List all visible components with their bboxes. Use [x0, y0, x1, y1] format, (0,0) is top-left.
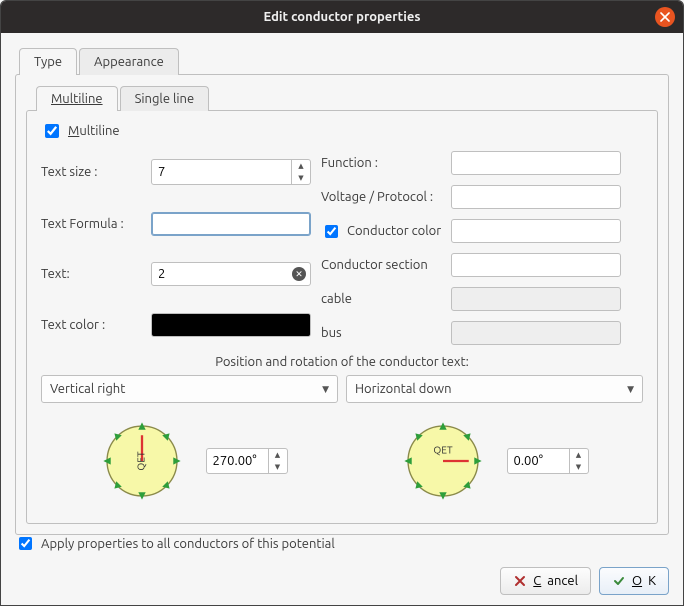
- footer: Apply properties to all conductors of th…: [15, 534, 669, 595]
- spin-up-icon[interactable]: ▲: [269, 449, 287, 461]
- vertical-select[interactable]: Vertical right ▼: [41, 375, 338, 403]
- rotation-dials: QET ▲▼ QET: [41, 415, 643, 507]
- type-panel: Multiline Single line Multiline Text siz…: [15, 74, 669, 535]
- spin-down-icon[interactable]: ▼: [570, 461, 588, 473]
- vertical-dial-group: QET ▲▼: [96, 415, 288, 507]
- tab-appearance[interactable]: Appearance: [79, 48, 179, 75]
- right-column: Function : Voltage / Protocol : Conducto…: [321, 151, 621, 345]
- multiline-panel: Multiline Text size : ▲▼ Text Formula : …: [26, 110, 658, 524]
- cable-input: [451, 287, 621, 311]
- vertical-angle-spinner[interactable]: ▲▼: [206, 448, 288, 474]
- conductor-color-checkbox[interactable]: [325, 225, 338, 238]
- apply-row: Apply properties to all conductors of th…: [15, 534, 669, 553]
- close-icon[interactable]: [655, 7, 675, 27]
- text-input[interactable]: [151, 262, 311, 286]
- multiline-checkbox[interactable]: [45, 124, 59, 138]
- conductor-color-row: Conductor color: [321, 222, 451, 241]
- spin-up-icon[interactable]: ▲: [570, 449, 588, 461]
- dialog-window: Edit conductor properties Type Appearanc…: [0, 0, 684, 606]
- vertical-select-label: Vertical right: [50, 382, 125, 396]
- horizontal-angle-spinner[interactable]: ▲▼: [507, 448, 589, 474]
- text-size-input[interactable]: [152, 160, 291, 184]
- content-area: Type Appearance Multiline Single line Mu…: [1, 33, 683, 545]
- ok-button[interactable]: OK: [599, 567, 669, 595]
- clear-icon[interactable]: ✕: [292, 267, 306, 281]
- text-formula-label: Text Formula :: [41, 217, 151, 231]
- tab-type[interactable]: Type: [19, 48, 77, 75]
- svg-text:QET: QET: [433, 445, 453, 456]
- button-row: Cancel OK: [15, 567, 669, 595]
- form-columns: Text size : ▲▼ Text Formula : Text: ✕: [41, 151, 643, 345]
- titlebar: Edit conductor properties: [1, 1, 683, 33]
- function-input[interactable]: [451, 151, 621, 175]
- apply-all-checkbox[interactable]: [19, 537, 32, 550]
- spin-down-icon[interactable]: ▼: [292, 172, 310, 184]
- horizontal-angle-input[interactable]: [508, 449, 569, 473]
- text-color-label: Text color :: [41, 318, 151, 332]
- text-size-spinner[interactable]: ▲▼: [151, 159, 311, 185]
- spin-down-icon[interactable]: ▼: [269, 461, 287, 473]
- horizontal-select-label: Horizontal down: [355, 382, 452, 396]
- text-formula-input[interactable]: [151, 212, 311, 236]
- chevron-down-icon: ▼: [627, 384, 634, 395]
- conductor-section-label: Conductor section: [321, 258, 451, 272]
- horizontal-dial-group: QET ▲▼: [397, 415, 589, 507]
- vertical-dial[interactable]: QET: [96, 415, 188, 507]
- main-tabs: Type Appearance: [19, 47, 669, 74]
- subtab-multiline[interactable]: Multiline: [36, 86, 118, 111]
- conductor-section-input[interactable]: [451, 253, 621, 277]
- text-label: Text:: [41, 267, 151, 281]
- subtab-singleline[interactable]: Single line: [120, 86, 210, 111]
- horizontal-select[interactable]: Horizontal down ▼: [346, 375, 643, 403]
- text-color-swatch[interactable]: [151, 313, 311, 337]
- vertical-angle-input[interactable]: [207, 449, 268, 473]
- svg-text:QET: QET: [135, 451, 146, 471]
- conductor-color-swatch[interactable]: [451, 219, 621, 243]
- multiline-checkbox-label: Multiline: [68, 124, 120, 138]
- apply-all-label: Apply properties to all conductors of th…: [41, 537, 335, 551]
- voltage-input[interactable]: [451, 185, 621, 209]
- ok-icon: [612, 574, 626, 588]
- conductor-color-label: Conductor color: [347, 224, 441, 238]
- horizontal-dial[interactable]: QET: [397, 415, 489, 507]
- chevron-down-icon: ▼: [322, 384, 329, 395]
- cancel-button[interactable]: Cancel: [500, 567, 591, 595]
- bus-input: [451, 321, 621, 345]
- cable-label: cable: [321, 292, 451, 306]
- rotation-selects: Vertical right ▼ Horizontal down ▼: [41, 375, 643, 403]
- text-input-wrapper: ✕: [151, 262, 311, 286]
- left-column: Text size : ▲▼ Text Formula : Text: ✕: [41, 151, 311, 345]
- bus-label: bus: [321, 326, 451, 340]
- window-title: Edit conductor properties: [264, 10, 421, 24]
- spin-up-icon[interactable]: ▲: [292, 160, 310, 172]
- sub-tabs: Multiline Single line: [36, 85, 658, 110]
- voltage-label: Voltage / Protocol :: [321, 190, 451, 204]
- rotation-section-title: Position and rotation of the conductor t…: [41, 355, 643, 369]
- cancel-icon: [513, 574, 527, 588]
- text-size-label: Text size :: [41, 165, 151, 179]
- function-label: Function :: [321, 156, 451, 170]
- multiline-checkbox-row: Multiline: [41, 121, 643, 141]
